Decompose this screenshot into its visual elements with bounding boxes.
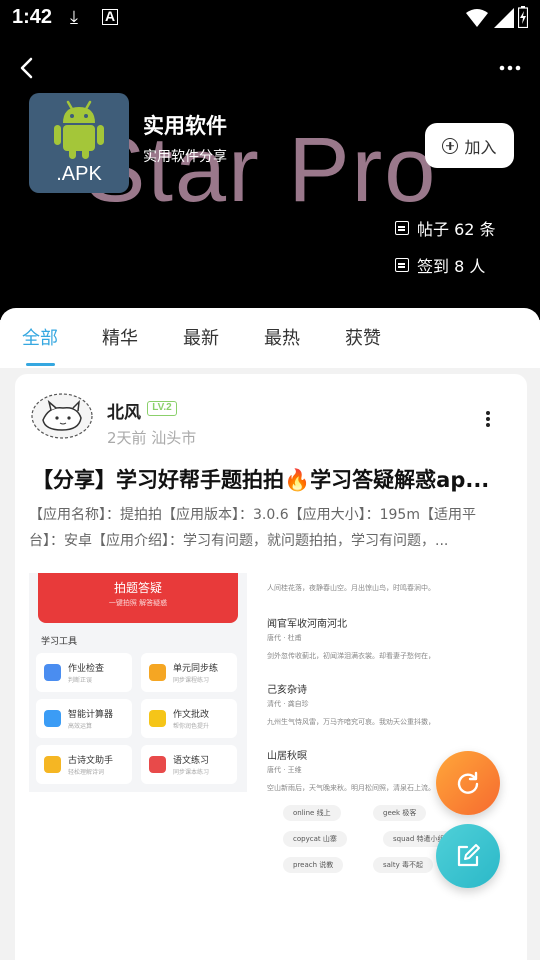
preview-text-line: 剑外忽传收蓟北，初闻涕泪满衣裳。却看妻子愁何在， (267, 652, 435, 660)
category-avatar: .APK (29, 93, 129, 193)
refresh-icon (457, 771, 479, 794)
status-time: 1:42 (12, 6, 53, 28)
preview-banner-subtitle: 一键拍照 解答疑惑 (108, 599, 168, 607)
preview-tag-chip: salty 毒不起 (373, 857, 433, 873)
filter-tabs: 全部 精华 最新 最热 获赞 (0, 308, 540, 368)
tool-subtitle: 判断正误 (68, 677, 93, 684)
join-button[interactable]: 加入 (425, 123, 514, 168)
tool-title: 单元同步练 (173, 664, 219, 674)
preview-tool-tile: 古诗文助手 轻松理解诗词 (36, 745, 132, 784)
preview-text-line: 人间桂花落，夜静春山空。月出惊山鸟，时鸣春涧中。 (267, 584, 435, 592)
edit-icon (457, 844, 480, 867)
wifi-icon (466, 9, 488, 27)
signin-stat: 签到 8 人 (395, 253, 485, 277)
status-bar: 1:42 ⤓ A (0, 0, 540, 36)
add-circle-icon (442, 137, 459, 154)
preview-poem-title: 己亥杂诗 (267, 685, 307, 696)
tool-title: 语文练习 (173, 756, 210, 766)
tab-featured[interactable]: 精华 (102, 324, 138, 350)
tab-latest[interactable]: 最新 (183, 324, 219, 350)
preview-app-screen: 拍题答疑 一键拍照 解答疑惑 学习工具 作业检查 判断正误 单元同步练 同步课程… (29, 573, 247, 792)
tool-subtitle: 高效运算 (68, 723, 93, 730)
posts-stat-text: 帖子 62 条 (417, 220, 496, 239)
preview-tag-chip: preach 说教 (283, 857, 344, 873)
battery-icon (518, 6, 528, 28)
tool-subtitle: 同步课本练习 (173, 769, 210, 776)
preview-banner: 拍题答疑 一键拍照 解答疑惑 (38, 573, 238, 623)
preview-tag-chip: geek 极客 (373, 805, 427, 821)
preview-text-line: 清代 · 龚自珍 (267, 700, 309, 708)
preview-tool-tile: 作文批改 帮你润色提升 (141, 699, 237, 738)
active-tab-indicator (26, 363, 55, 366)
category-subtitle: 实用软件分享 (143, 149, 227, 165)
tool-subtitle: 帮你润色提升 (173, 723, 210, 730)
tool-title: 智能计算器 (68, 710, 114, 720)
calculator-icon (44, 710, 61, 727)
post-meta: 2天前 汕头市 (107, 429, 197, 447)
preview-banner-title: 拍题答疑 (113, 581, 162, 595)
check-icon (44, 664, 61, 681)
create-post-button[interactable] (436, 824, 500, 888)
practice-icon (149, 756, 166, 773)
keyboard-icon: A (102, 9, 118, 25)
post-image-preview[interactable]: 拍题答疑 一键拍照 解答疑惑 学习工具 作业检查 判断正误 单元同步练 同步课程… (29, 573, 513, 883)
preview-tool-tile: 语文练习 同步课本练习 (141, 745, 237, 784)
category-title: 实用软件 (143, 114, 227, 138)
posts-stat: 帖子 62 条 (395, 216, 496, 240)
tool-subtitle: 同步课程练习 (173, 677, 210, 684)
preview-tag-chip: online 线上 (283, 805, 341, 821)
refresh-button[interactable] (436, 751, 500, 815)
book-icon (149, 664, 166, 681)
join-label: 加入 (464, 137, 497, 157)
author-name[interactable]: 北风 (107, 398, 141, 423)
essay-icon (149, 710, 166, 727)
download-icon: ⤓ (70, 7, 78, 28)
post-excerpt: 【应用名称】：提拍拍【应用版本】：3.0.6【应用大小】：195m【适用平台】：… (29, 507, 476, 549)
signin-stat-text: 签到 8 人 (417, 257, 486, 276)
author-avatar[interactable] (29, 388, 95, 442)
community-header: 1:42 ⤓ A Star Pro .APK 实用软件 实用软件分享 加入 帖子… (0, 0, 540, 320)
preview-tool-tile: 智能计算器 高效运算 (36, 699, 132, 738)
post-title[interactable]: 【分享】学习好帮手题拍拍🔥学习答疑解惑ap... (32, 464, 512, 494)
preview-tag-chip: copycat 山寨 (283, 831, 347, 847)
post-more-icon[interactable] (485, 410, 491, 428)
preview-poem-title: 山居秋暝 (267, 751, 307, 762)
apk-label: .APK (56, 163, 102, 185)
tab-hottest[interactable]: 最热 (264, 324, 300, 350)
tab-all[interactable]: 全部 (22, 324, 58, 350)
preview-tool-tile: 作业检查 判断正误 (36, 653, 132, 692)
preview-tool-tile: 单元同步练 同步课程练习 (141, 653, 237, 692)
calendar-icon (395, 258, 409, 272)
poem-icon (44, 756, 61, 773)
preview-section-title: 学习工具 (41, 637, 78, 647)
android-icon (54, 100, 104, 159)
level-badge: LV.2 (147, 401, 177, 416)
tool-subtitle: 轻松理解诗词 (68, 769, 105, 776)
post-icon (395, 221, 409, 235)
more-options-icon[interactable] (498, 58, 522, 78)
back-arrow-icon[interactable] (16, 56, 40, 80)
preview-text-line: 九州生气恃风雷，万马齐喑究可哀。我劝天公重抖擞， (267, 718, 435, 726)
tool-title: 作业检查 (68, 664, 105, 674)
preview-poem-title: 闻官军收河南河北 (267, 619, 347, 630)
background-watermark-text: Star Pro (84, 119, 438, 221)
preview-text-line: 唐代 · 杜甫 (267, 634, 302, 642)
signal-icon (494, 8, 514, 28)
tool-title: 古诗文助手 (68, 756, 114, 766)
tab-liked[interactable]: 获赞 (345, 324, 381, 350)
tool-title: 作文批改 (173, 710, 210, 720)
